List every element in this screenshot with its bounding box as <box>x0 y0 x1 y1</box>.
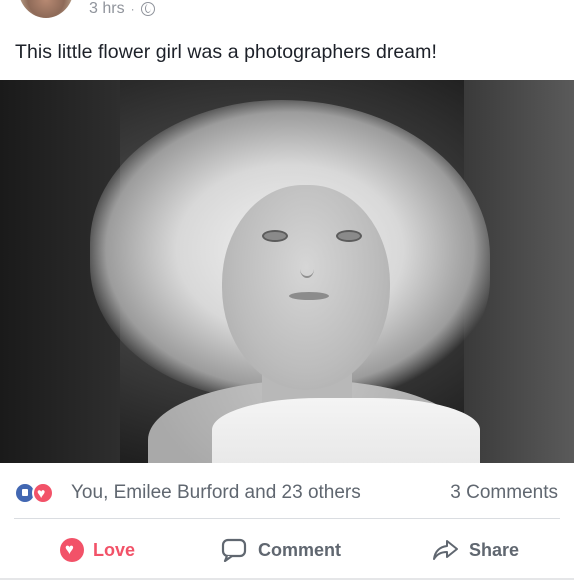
divider <box>14 518 560 519</box>
avatar[interactable] <box>18 0 74 18</box>
comments-count[interactable]: 3 Comments <box>450 482 558 504</box>
post-caption: This little flower girl was a photograph… <box>15 41 437 63</box>
post-time[interactable]: 3 hrs <box>89 0 125 18</box>
share-button[interactable]: Share <box>432 530 519 570</box>
reaction-icons[interactable] <box>14 482 70 504</box>
photo-eye-left <box>262 230 288 242</box>
photo-nose <box>300 260 314 278</box>
reaction-summary[interactable]: You, Emilee Burford and 23 others <box>71 482 361 504</box>
reactions-bar: You, Emilee Burford and 23 others 3 Comm… <box>0 476 574 510</box>
post-meta: 3 hrs · <box>89 0 155 20</box>
photo-eye-right <box>336 230 362 242</box>
photo-face <box>222 185 390 390</box>
post-photo[interactable] <box>0 80 574 463</box>
love-button[interactable]: Love <box>60 530 135 570</box>
love-label: Love <box>93 539 136 560</box>
comment-icon <box>221 538 249 563</box>
photo-mouth <box>289 292 329 300</box>
comment-label: Comment <box>258 539 342 560</box>
love-icon <box>32 482 54 504</box>
heart-icon <box>60 538 84 562</box>
post-header: 3 hrs · <box>0 0 574 24</box>
comment-button[interactable]: Comment <box>221 530 341 570</box>
post-actions: Love Comment Share <box>0 530 574 570</box>
share-icon <box>432 538 460 562</box>
meta-separator: · <box>130 2 135 16</box>
share-label: Share <box>469 539 520 560</box>
globe-icon[interactable] <box>140 2 155 16</box>
photo-dress <box>212 398 480 463</box>
